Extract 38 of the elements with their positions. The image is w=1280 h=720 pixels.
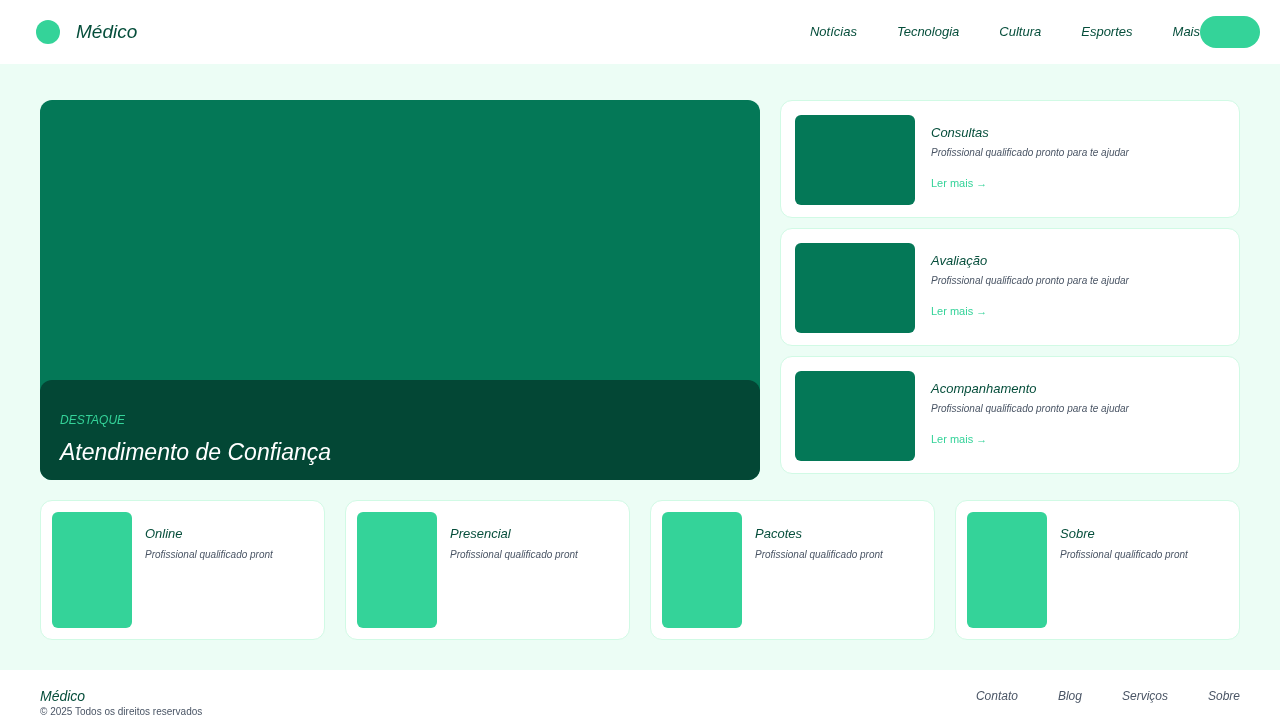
header-button[interactable] [1200,16,1260,48]
logo-icon [36,20,60,44]
service-card[interactable]: Sobre Profissional qualificado pront [955,500,1240,640]
service-summary: Profissional qualificado pront [450,549,578,561]
article-card[interactable]: Consultas Profissional qualificado pronto para te ajudar Ler mais → [780,100,1240,218]
nav-link[interactable]: Cultura [999,22,1042,42]
hero-eyebrow: DESTAQUE [60,412,127,428]
nav-link[interactable]: Notícias [809,22,857,42]
service-title: Sobre [1060,526,1096,542]
article-card[interactable]: Acompanhamento Profissional qualificado pronto para te ajudar Ler mais → [780,356,1240,474]
nav-link[interactable]: Esportes [1081,22,1133,42]
footer-link[interactable]: Blog [1057,687,1082,705]
service-title: Online [145,526,184,542]
copyright-text: © 2025 Todos os direitos reservados [40,706,203,718]
footer-link[interactable]: Serviços [1121,687,1168,705]
service-title: Pacotes [755,526,803,542]
footer-link[interactable]: Sobre [1207,687,1240,705]
service-summary: Profissional qualificado pront [755,549,883,561]
service-summary: Profissional qualificado pront [145,549,273,561]
article-summary: Profissional qualificado pronto para te ajudar [931,275,1129,287]
footer-brand: Médico [40,687,87,706]
footer-link[interactable]: Contato [975,687,1018,705]
article-summary: Profissional qualificado pronto para te ajudar [931,147,1129,159]
service-card[interactable]: Presencial Profissional qualificado pront [345,500,630,640]
article-card[interactable]: Avaliação Profissional qualificado pronto para te ajudar Ler mais → [780,228,1240,346]
article-title: Acompanhamento [931,381,1038,397]
service-card[interactable]: Online Profissional qualificado pront [40,500,325,640]
service-title: Presencial [450,526,512,542]
nav-link[interactable]: Mais [1172,22,1200,42]
hero-title: Atendimento de Confiança [60,438,333,467]
nav-link[interactable]: Tecnologia [896,22,960,42]
brand-name[interactable]: Médico [76,17,138,47]
article-summary: Profissional qualificado pronto para te ajudar [931,403,1129,415]
service-summary: Profissional qualificado pront [1060,549,1188,561]
service-card[interactable]: Pacotes Profissional qualificado pront [650,500,935,640]
article-title: Avaliação [931,253,989,269]
article-title: Consultas [931,125,990,141]
hero-card[interactable]: DESTAQUE Atendimento de Confiança [40,100,760,480]
